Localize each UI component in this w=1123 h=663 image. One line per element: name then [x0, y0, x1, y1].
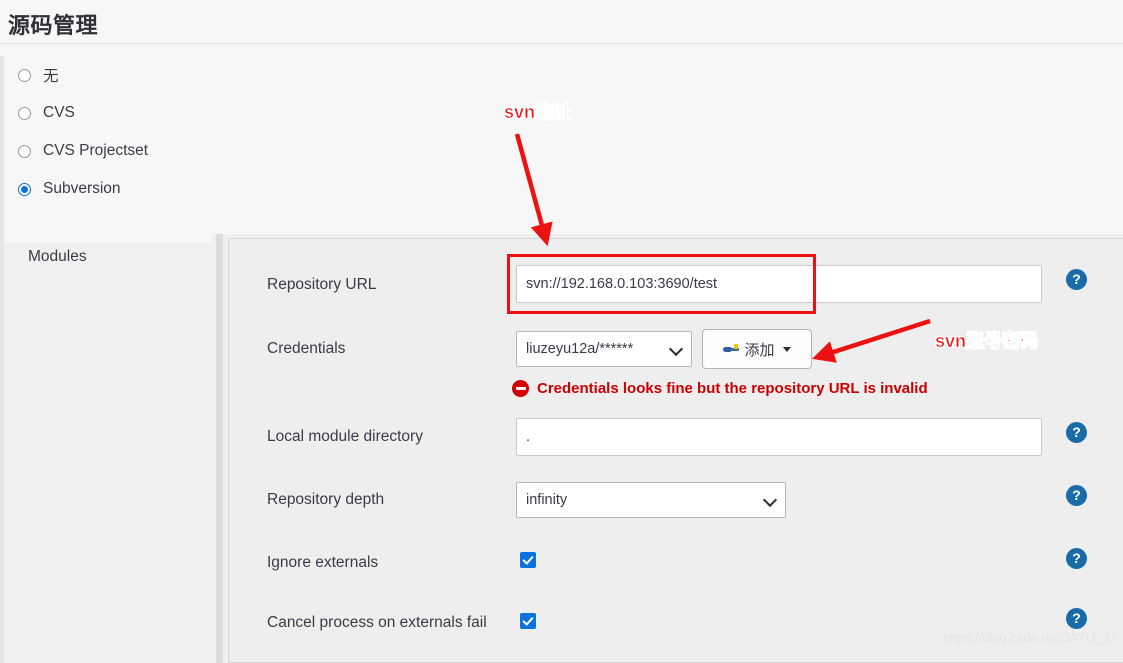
add-credentials-button[interactable]: 添加: [702, 329, 812, 369]
radio-option-cvs[interactable]: CVS: [8, 94, 488, 132]
radio-label-none: 无: [43, 68, 59, 85]
scm-type-radio-group: 无 CVS CVS Projectset Subversion: [8, 56, 488, 208]
chevron-down-icon: [669, 342, 683, 356]
label-repository-url: Repository URL: [267, 276, 377, 293]
modules-panel: Modules: [4, 234, 212, 663]
credentials-select[interactable]: liuzeyu12a/******: [516, 331, 692, 367]
row-ignore-externals: Ignore externals: [229, 545, 1123, 585]
radio-label-cvs-projectset: CVS Projectset: [43, 142, 149, 159]
panel-splitter[interactable]: [216, 234, 223, 663]
page-header: 源码管理: [0, 0, 1123, 44]
label-local-module-directory: Local module directory: [267, 428, 423, 445]
radio-option-cvs-projectset[interactable]: CVS Projectset: [8, 132, 488, 170]
caret-down-icon: [782, 346, 791, 352]
help-icon-repository-depth[interactable]: ?: [1066, 485, 1087, 506]
radio-label-cvs: CVS: [43, 104, 75, 121]
label-cancel-process-on-externals-fail: Cancel process on externals fail: [267, 614, 487, 631]
credentials-select-value: liuzeyu12a/******: [526, 341, 634, 357]
add-credentials-button-label: 添加: [744, 341, 775, 359]
arrow-to-repository-url: [514, 133, 553, 247]
repository-depth-select[interactable]: infinity: [516, 482, 786, 518]
repository-depth-select-value: infinity: [526, 492, 568, 508]
help-icon-ignore-externals[interactable]: ?: [1066, 548, 1087, 569]
radio-mark-subversion[interactable]: [18, 182, 31, 196]
radio-option-none[interactable]: 无: [8, 56, 488, 94]
credentials-error-text: Credentials looks fine but the repositor…: [537, 380, 928, 397]
label-credentials: Credentials: [267, 340, 346, 357]
local-module-directory-input[interactable]: [516, 418, 1042, 456]
radio-option-subversion[interactable]: Subversion: [8, 170, 488, 208]
modules-label: Modules: [28, 248, 87, 265]
csdn-watermark: https://blog.csdn.net/JAYU_37: [943, 630, 1117, 645]
radio-mark-cvs-projectset[interactable]: [18, 144, 31, 158]
modules-panel-top-gap: [4, 234, 212, 242]
key-icon: [723, 342, 740, 356]
error-circle-icon: [512, 380, 529, 397]
label-ignore-externals: Ignore externals: [267, 554, 379, 571]
help-icon-repository-url[interactable]: ?: [1066, 269, 1087, 290]
repository-url-input[interactable]: [516, 265, 1042, 303]
radio-mark-cvs[interactable]: [18, 106, 31, 120]
annotation-svn-url-text: svn地址: [504, 102, 572, 123]
radio-label-subversion: Subversion: [43, 180, 121, 197]
credentials-error-message: Credentials looks fine but the repositor…: [512, 380, 928, 397]
chevron-down-icon: [763, 493, 777, 507]
cancel-process-on-externals-fail-checkbox[interactable]: [520, 613, 536, 629]
help-icon-local-module-directory[interactable]: ?: [1066, 422, 1087, 443]
radio-mark-none[interactable]: [18, 68, 31, 82]
label-repository-depth: Repository depth: [267, 491, 385, 508]
page-title: 源码管理: [8, 13, 99, 38]
help-icon-cancel-process-on-externals-fail[interactable]: ?: [1066, 608, 1087, 629]
ignore-externals-checkbox[interactable]: [520, 552, 536, 568]
